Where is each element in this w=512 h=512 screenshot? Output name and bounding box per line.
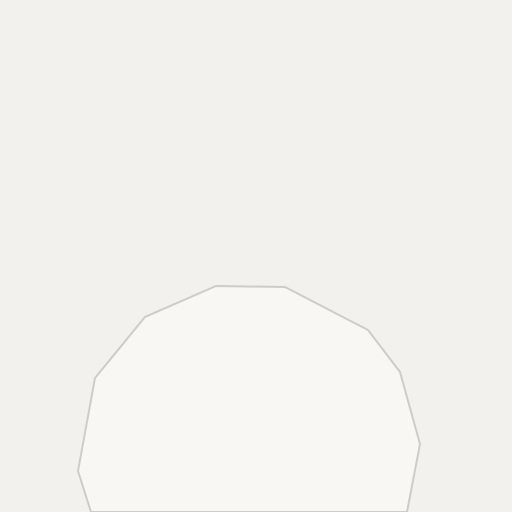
map-tile[interactable] bbox=[0, 0, 512, 512]
